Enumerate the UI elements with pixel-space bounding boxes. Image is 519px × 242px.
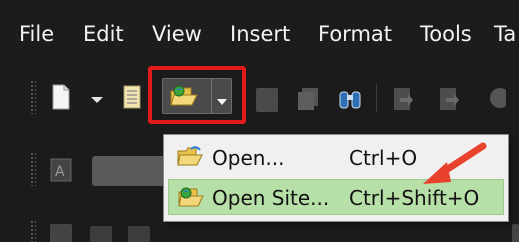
menu-view[interactable]: View	[152, 22, 202, 46]
new-dropdown-chevron-icon[interactable]	[90, 90, 104, 103]
preview-icon[interactable]	[392, 86, 414, 110]
menu-edit[interactable]: Edit	[83, 22, 124, 46]
menu-bar: File Edit View Insert Format Tools Ta	[0, 0, 519, 66]
bold-icon[interactable]	[50, 224, 72, 242]
menu-file[interactable]: File	[19, 22, 54, 46]
open-site-icon	[177, 186, 205, 210]
toolbar-overflow-icon[interactable]	[512, 224, 519, 242]
svg-text:A: A	[55, 164, 65, 180]
menu-table[interactable]: Ta	[494, 22, 516, 46]
web-icon[interactable]	[486, 86, 510, 110]
style-icon[interactable]: A	[50, 158, 72, 182]
menu-insert[interactable]: Insert	[230, 22, 290, 46]
menu-format[interactable]: Format	[318, 22, 392, 46]
toolbar-grip[interactable]	[30, 152, 36, 186]
new-file-icon[interactable]	[50, 84, 72, 110]
toolbar-grip[interactable]	[30, 220, 36, 242]
italic-icon[interactable]	[90, 226, 112, 242]
toolbar-grip[interactable]	[30, 80, 36, 114]
style-select[interactable]	[92, 156, 172, 186]
open-folder-icon	[176, 145, 204, 169]
menu-tools[interactable]: Tools	[420, 22, 472, 46]
document-icon[interactable]	[122, 84, 144, 109]
toolbar-separator	[376, 84, 377, 112]
underline-icon[interactable]	[128, 226, 150, 242]
app-window: File Edit View Insert Format Tools Ta A …	[0, 0, 519, 242]
save-all-icon[interactable]	[296, 86, 318, 110]
save-icon[interactable]	[256, 88, 278, 112]
menu-item-open-label: Open...	[212, 146, 285, 170]
publish-icon[interactable]	[438, 86, 460, 110]
menu-item-open-site-label: Open Site...	[212, 186, 330, 210]
highlight-annotation	[148, 66, 246, 124]
red-arrow-annotation	[423, 142, 487, 184]
binoculars-icon[interactable]	[338, 86, 361, 110]
